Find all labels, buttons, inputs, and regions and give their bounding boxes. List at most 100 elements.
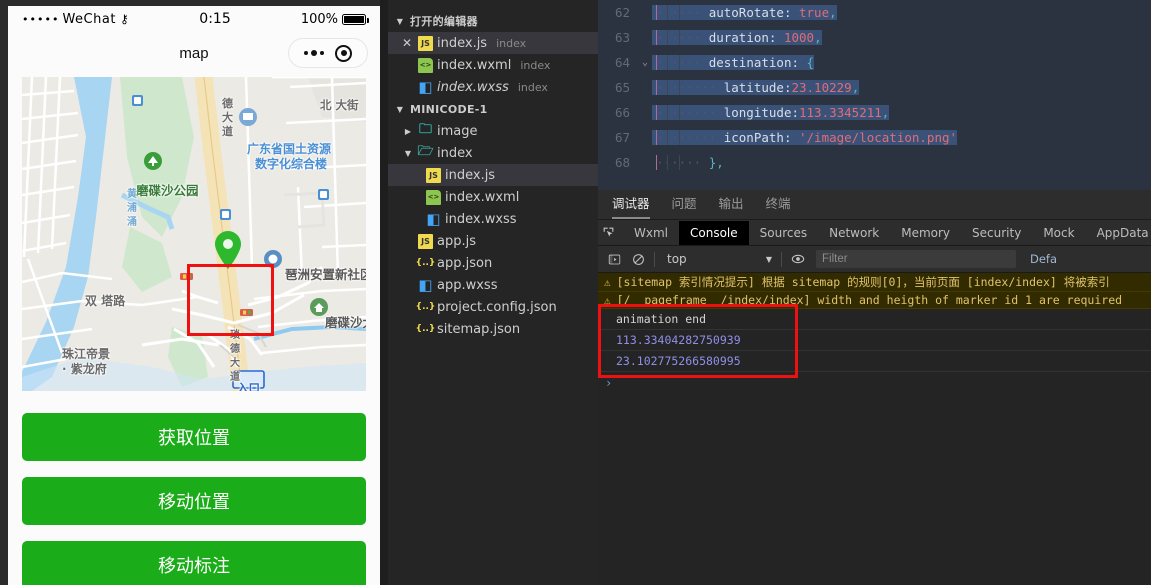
capsule-controls[interactable] (288, 38, 368, 68)
fold-arrow-icon[interactable]: ⌄ (638, 57, 652, 68)
code-line[interactable]: 67 ········ iconPath: '/image/location.pn… (598, 125, 1151, 150)
file-item[interactable]: {..} project.config.json (388, 296, 598, 318)
inspect-element-icon[interactable] (602, 222, 615, 244)
devtools-tab-appdata[interactable]: AppData (1086, 221, 1151, 245)
devtools-top-tab[interactable]: 终端 (766, 193, 791, 219)
map-label: 德 (230, 344, 240, 355)
line-number: 67 (614, 130, 630, 145)
chevron-down-icon: ▼ (396, 16, 404, 26)
code-text: ········ longitude:113.3345211, (652, 105, 1151, 120)
map-label: 浦 (127, 203, 137, 214)
map-label: 北 大街 (320, 98, 359, 112)
file-item[interactable]: <> index.wxml (388, 186, 598, 208)
code-text: ······ }, (656, 155, 724, 170)
status-bar-left: ••••• WeChat ⚷ (22, 12, 129, 27)
file-item[interactable]: ◧ index.wxss (388, 208, 598, 230)
console-filter-bar: top ▼ Defa (598, 246, 1151, 273)
chevron-down-icon[interactable]: ▼ (402, 149, 414, 158)
file-name: index.js (437, 35, 488, 51)
code-editor[interactable]: 62 ······ autoRotate: true, 63 ······ durat… (598, 0, 1151, 190)
console-warnings: ⚠ [sitemap 索引情况提示] 根据 sitemap 的规则[0]，当前页面… (598, 273, 1151, 309)
console-filter-input[interactable] (816, 250, 1016, 268)
phone-screen: ••••• WeChat ⚷ 0:15 100% map 北 大街 德 大 道 … (8, 6, 380, 585)
map-label: 数字化综合楼 (255, 157, 328, 171)
phone-simulator: ••••• WeChat ⚷ 0:15 100% map 北 大街 德 大 道 … (0, 0, 380, 585)
file-item[interactable]: JS app.js (388, 230, 598, 252)
carrier-label: WeChat (62, 11, 116, 27)
code-line[interactable]: 64 ⌄ ······ destination: { (598, 50, 1151, 75)
folder-item[interactable]: ▶ 🗀 image (388, 120, 598, 142)
target-icon[interactable] (335, 44, 353, 62)
close-icon[interactable]: ✕ (400, 36, 414, 50)
console-warning-text: [sitemap 索引情况提示] 根据 sitemap 的规则[0]，当前页面 … (616, 275, 1110, 289)
wxml-file-icon: <> (426, 189, 441, 205)
open-editor-item[interactable]: ✕ JS index.js index (388, 32, 598, 54)
devtools-panel-tabs: Wxml Console Sources Network Memory Security M… (598, 220, 1151, 246)
devtools-tab-security[interactable]: Security (961, 221, 1032, 245)
console-log-text: 23.102775266580995 (616, 354, 741, 368)
clear-console-icon[interactable] (626, 248, 650, 270)
folder-item[interactable]: ▼ 🗁 index (388, 142, 598, 164)
map-label: 道 (222, 125, 233, 138)
warning-icon: ⚠ (604, 293, 611, 307)
chevron-down-icon: ▼ (396, 104, 404, 114)
open-editor-item[interactable]: ◧ index.wxss index (388, 76, 598, 98)
open-editors-list: ✕ JS index.js index <> index.wxml index ◧ index.… (388, 32, 598, 98)
file-name: project.config.json (437, 299, 557, 315)
nav-bar: map (8, 32, 380, 74)
console-prompt[interactable]: › (598, 372, 1151, 394)
move-marker-button[interactable]: 移动标注 (22, 541, 366, 585)
more-dots-icon[interactable] (303, 50, 324, 56)
line-number: 63 (614, 30, 630, 45)
battery-percent-label: 100% (300, 11, 338, 27)
file-name: app.js (437, 233, 476, 249)
file-item[interactable]: {..} sitemap.json (388, 318, 598, 340)
devtools-tab-wxml[interactable]: Wxml (623, 221, 679, 245)
file-name: image (437, 123, 478, 139)
project-title: MINICODE-1 (410, 102, 488, 116)
devtools-top-tab[interactable]: 输出 (719, 193, 744, 219)
console-output: ⚠ [sitemap 索引情况提示] 根据 sitemap 的规则[0]，当前页面… (598, 273, 1151, 394)
log-levels-select[interactable]: Defa (1030, 252, 1057, 266)
file-item[interactable]: ◧ app.wxss (388, 274, 598, 296)
line-number: 62 (614, 5, 630, 20)
devtools-tab-network[interactable]: Network (818, 221, 890, 245)
file-folder-label: index (520, 58, 551, 72)
code-text: ······ destination: { (652, 55, 1151, 70)
js-file-icon: JS (426, 167, 441, 183)
devtools-tab-mock[interactable]: Mock (1032, 221, 1085, 245)
map-view[interactable]: 北 大街德大道广东省国土资源 数字化综合楼 磨碟沙公园黄浦涌琐德大道双 塔路 珠江帝景… (22, 77, 366, 391)
map-label: 磨碟沙公园 (136, 183, 199, 198)
code-line[interactable]: 68 ······ }, (598, 150, 1151, 175)
console-log-row: animation end (598, 309, 1151, 330)
devtools-tab-memory[interactable]: Memory (890, 221, 961, 245)
code-line[interactable]: 62 ······ autoRotate: true, (598, 0, 1151, 25)
devtools-top-tab[interactable]: 调试器 (612, 193, 650, 219)
map-label: 双 塔路 (85, 294, 126, 308)
code-line[interactable]: 66 ········ longitude:113.3345211, (598, 100, 1151, 125)
file-name: index.wxml (445, 189, 520, 205)
code-text: ········ latitude:23.10229, (652, 80, 1151, 95)
console-warning-row: ⚠ [sitemap 索引情况提示] 根据 sitemap 的规则[0]，当前页面… (598, 273, 1151, 292)
code-line[interactable]: 63 ······ duration: 1000, (598, 25, 1151, 50)
file-item[interactable]: {..} app.json (388, 252, 598, 274)
execution-context-select[interactable]: top ▼ (659, 252, 777, 266)
divider (654, 251, 655, 267)
live-expression-icon[interactable] (786, 248, 810, 270)
toggle-sidebar-icon[interactable] (602, 248, 626, 270)
move-location-button[interactable]: 移动位置 (22, 477, 366, 525)
devtools-tab-console[interactable]: Console (679, 220, 749, 245)
folder-icon: 🗀 (418, 122, 432, 137)
action-buttons: 获取位置 移动位置 移动标注 (8, 391, 380, 585)
line-number: 64 (614, 55, 630, 70)
chevron-right-icon[interactable]: ▶ (402, 127, 414, 136)
line-number: 66 (614, 105, 630, 120)
project-header[interactable]: ▼ MINICODE-1 (388, 98, 598, 120)
devtools-top-tab[interactable]: 问题 (672, 193, 697, 219)
code-line[interactable]: 65 ········ latitude:23.10229, (598, 75, 1151, 100)
get-location-button[interactable]: 获取位置 (22, 413, 366, 461)
file-item[interactable]: JS index.js (388, 164, 598, 186)
devtools-tab-sources[interactable]: Sources (749, 221, 818, 245)
open-editor-item[interactable]: <> index.wxml index (388, 54, 598, 76)
open-editors-header[interactable]: ▼ 打开的编辑器 (388, 10, 598, 32)
